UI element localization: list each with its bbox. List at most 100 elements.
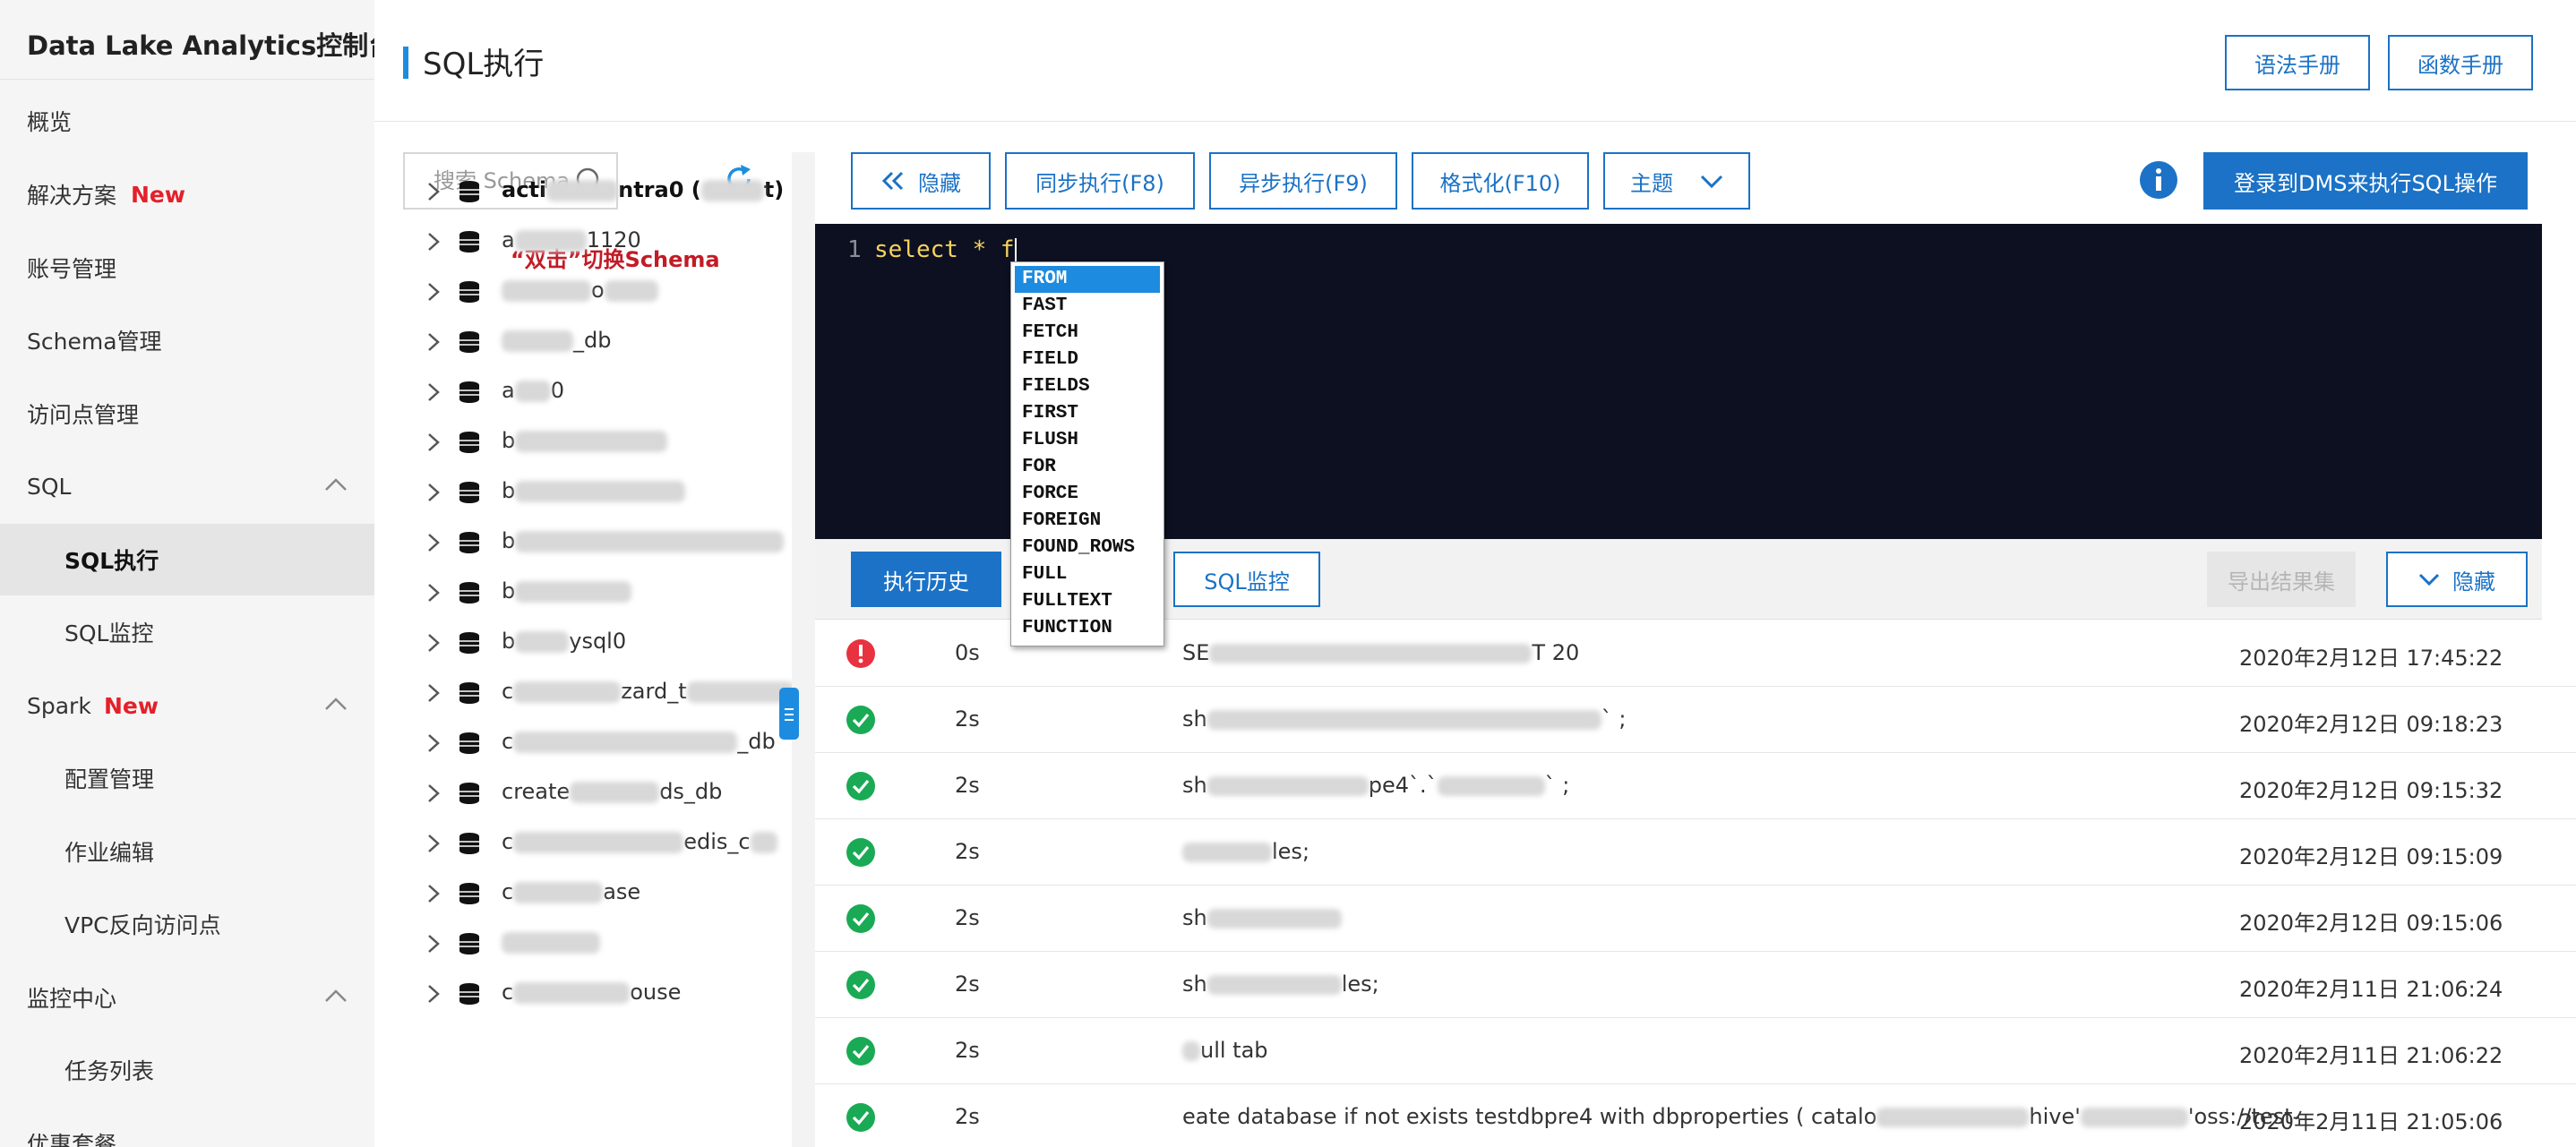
schema-item[interactable]: b ysql0 [374,618,792,668]
sql-statement[interactable]: eate database if not exists testdbpre4 w… [1182,1104,2300,1129]
title-accent-bar [403,47,408,79]
schema-item[interactable]: b [374,467,792,518]
chevron-right-icon[interactable] [425,582,442,603]
autocomplete-item[interactable]: FOREIGN [1015,508,1160,535]
nav-group-spark[interactable]: Spark New [0,670,374,741]
function-manual-button[interactable]: 函数手册 [2388,35,2533,90]
history-row[interactable]: 2s sh 2020年2月12日 09:15:06 [815,886,2576,952]
sql-statement[interactable]: SE T 20 [1182,640,1579,665]
chevron-right-icon[interactable] [425,482,442,503]
autocomplete-item[interactable]: FIRST [1015,400,1160,427]
chevron-right-icon[interactable] [425,983,442,1005]
chevron-right-icon[interactable] [425,682,442,704]
chevron-right-icon[interactable] [425,883,442,904]
autocomplete-item[interactable]: FETCH [1015,320,1160,347]
nav-group-sql[interactable]: SQL [0,450,374,522]
chevron-right-icon[interactable] [425,783,442,804]
schema-item[interactable]: o [374,267,792,317]
theme-dropdown[interactable]: 主题 [1603,152,1750,210]
nav-item-overview[interactable]: 概览 [0,85,374,157]
chevron-right-icon[interactable] [425,732,442,754]
hide-results-button[interactable]: 隐藏 [2386,552,2528,607]
nav-item-sql-execution[interactable]: SQL执行 [0,524,374,595]
syntax-manual-button[interactable]: 语法手册 [2225,35,2370,90]
sql-text: ` ; [1601,706,1627,732]
schema-name-part: a [502,227,515,253]
redacted-text [1437,776,1545,796]
autocomplete-item[interactable]: FORCE [1015,481,1160,508]
tab-execution-history[interactable]: 执行历史 [851,552,1001,607]
nav-item-config[interactable]: 配置管理 [0,742,374,814]
nav-item-vpc-reverse[interactable]: VPC反向访问点 [0,888,374,960]
schema-item[interactable]: acti ntra0 (t) [374,167,792,217]
sql-statement[interactable]: ull tab [1182,1038,1268,1063]
schema-item[interactable]: c ouse [374,969,792,1019]
code-line[interactable]: select * f [874,236,1017,263]
chevron-right-icon[interactable] [425,381,442,403]
chevron-right-icon[interactable] [425,432,442,453]
nav-item-accounts[interactable]: 账号管理 [0,232,374,304]
info-icon[interactable] [2139,160,2178,200]
autocomplete-item[interactable]: FOR [1015,454,1160,481]
sql-statement[interactable]: les; [1182,839,1309,864]
schema-item[interactable]: b [374,518,792,568]
resize-handle[interactable] [779,688,799,740]
schema-item[interactable]: b [374,568,792,618]
schema-item[interactable]: _db [374,317,792,367]
autocomplete-item[interactable]: FUNCTION [1015,615,1160,642]
schema-item[interactable]: b [374,417,792,467]
history-row[interactable]: 2s sh les; 2020年2月11日 21:06:24 [815,952,2576,1018]
nav-item-job-edit[interactable]: 作业编辑 [0,816,374,887]
export-results-button[interactable]: 导出结果集 [2207,552,2356,607]
sql-statement[interactable]: sh [1182,905,1342,930]
chevron-right-icon[interactable] [425,181,442,202]
autocomplete-item[interactable]: FIELD [1015,347,1160,373]
autocomplete-item[interactable]: FAST [1015,293,1160,320]
schema-name-part: 0 [550,378,564,403]
sql-statement[interactable]: sh ` ; [1182,706,1626,732]
chevron-right-icon[interactable] [425,933,442,954]
sync-execute-button[interactable]: 同步执行(F8) [1005,152,1195,210]
nav-item-task-list[interactable]: 任务列表 [0,1034,374,1106]
schema-item[interactable] [374,919,792,969]
chevron-right-icon[interactable] [425,281,442,303]
sql-statement[interactable]: sh pe4`.` ` ; [1182,773,1569,798]
chevron-right-icon[interactable] [425,833,442,854]
chevron-right-icon[interactable] [425,532,442,553]
chevron-right-icon[interactable] [425,231,442,253]
schema-item[interactable]: c _db [374,718,792,768]
schema-item[interactable]: c zard_t [374,668,794,718]
format-button[interactable]: 格式化(F10) [1412,152,1589,210]
nav-item-schema-management[interactable]: Schema管理 [0,304,374,376]
schema-item[interactable]: a 1120 [374,217,792,267]
chevron-right-icon[interactable] [425,331,442,353]
history-row[interactable]: 2s ull tab 2020年2月11日 21:06:22 [815,1018,2576,1084]
schema-item[interactable]: c edis_c [374,818,792,869]
duration: 2s [955,972,980,997]
chevron-right-icon[interactable] [425,632,442,654]
autocomplete-item[interactable]: FLUSH [1015,427,1160,454]
database-icon [459,482,479,503]
history-row[interactable]: 2s sh ` ; 2020年2月12日 09:18:23 [815,687,2576,753]
autocomplete-item[interactable]: FOUND_ROWS [1015,535,1160,561]
nav-item-solutions[interactable]: 解决方案 New [0,158,374,230]
autocomplete-item[interactable]: FULL [1015,561,1160,588]
nav-item-sql-monitor[interactable]: SQL监控 [0,596,374,668]
nav-item-discount-packages[interactable]: 优惠套餐 [0,1108,374,1147]
sql-statement[interactable]: sh les; [1182,972,1379,997]
hide-schema-button[interactable]: 隐藏 [851,152,991,210]
autocomplete-item[interactable]: FROM [1015,266,1160,293]
history-row[interactable]: 2s sh pe4`.` ` ; 2020年2月12日 09:15:32 [815,753,2576,819]
async-execute-button[interactable]: 异步执行(F9) [1209,152,1397,210]
schema-item[interactable]: create ds_db [374,768,792,818]
dms-login-button[interactable]: 登录到DMS来执行SQL操作 [2203,152,2528,210]
history-row[interactable]: 2s les; 2020年2月12日 09:15:09 [815,819,2576,886]
schema-item[interactable]: a0 [374,367,792,417]
nav-group-monitoring[interactable]: 监控中心 [0,962,374,1033]
tab-sql-monitor[interactable]: SQL监控 [1173,552,1320,607]
history-row[interactable]: 2s eate database if not exists testdbpre4… [815,1084,2576,1147]
autocomplete-item[interactable]: FIELDS [1015,373,1160,400]
nav-item-access-points[interactable]: 访问点管理 [0,378,374,449]
schema-item[interactable]: c ase [374,869,792,919]
autocomplete-item[interactable]: FULLTEXT [1015,588,1160,615]
